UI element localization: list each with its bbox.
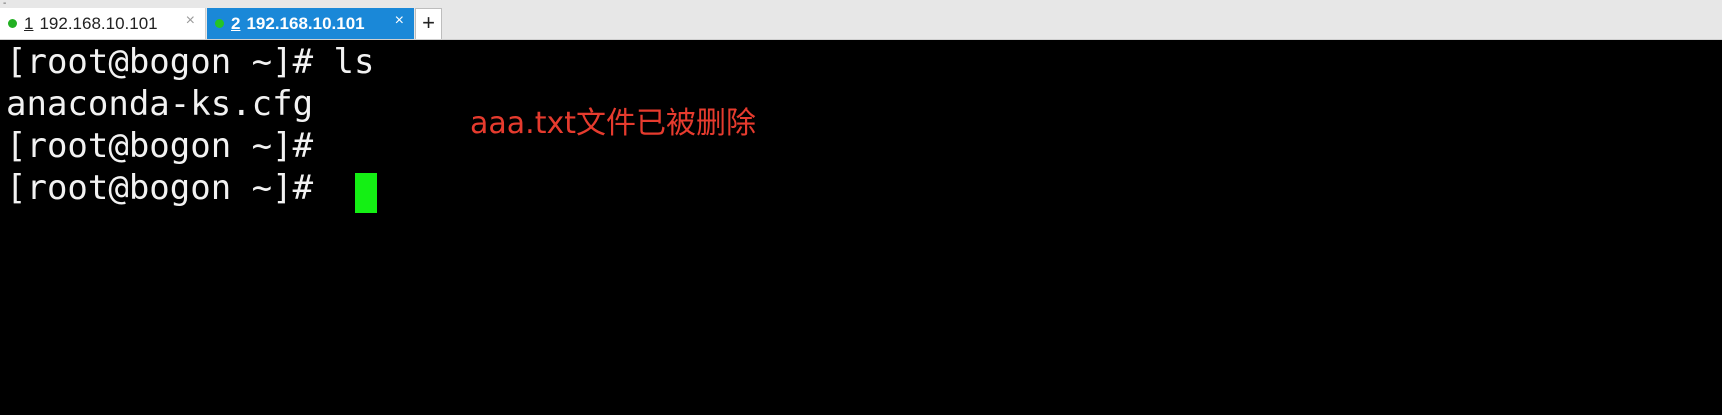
terminal-line: [root@bogon ~]# bbox=[6, 168, 334, 208]
tab-host-label: 192.168.10.101 bbox=[39, 13, 158, 33]
connected-status-icon bbox=[215, 19, 224, 28]
tab-number: 2 bbox=[231, 13, 241, 33]
terminal-line: [root@bogon ~]# ls bbox=[6, 42, 375, 82]
terminal-line: [root@bogon ~]# bbox=[6, 126, 314, 166]
close-icon[interactable]: × bbox=[186, 12, 195, 30]
tab-bar: - 1 192.168.10.101 × 2 192.168.10.101 × … bbox=[0, 0, 1722, 40]
connected-status-icon bbox=[8, 19, 17, 28]
annotation-text: aaa.txt文件已被删除 bbox=[470, 106, 756, 141]
new-tab-button[interactable]: + bbox=[415, 8, 442, 39]
terminal-window: - 1 192.168.10.101 × 2 192.168.10.101 × … bbox=[0, 0, 1722, 415]
tab-session-1[interactable]: 1 192.168.10.101 × bbox=[0, 8, 206, 39]
close-icon[interactable]: × bbox=[395, 12, 404, 30]
terminal-cursor bbox=[355, 173, 377, 213]
terminal-output[interactable]: [root@bogon ~]# ls anaconda-ks.cfg [root… bbox=[0, 40, 1722, 415]
tab-number: 1 bbox=[24, 13, 34, 33]
tab-host-label: 192.168.10.101 bbox=[246, 13, 365, 33]
tab-session-2[interactable]: 2 192.168.10.101 × bbox=[207, 8, 414, 39]
terminal-line: anaconda-ks.cfg bbox=[6, 84, 314, 124]
